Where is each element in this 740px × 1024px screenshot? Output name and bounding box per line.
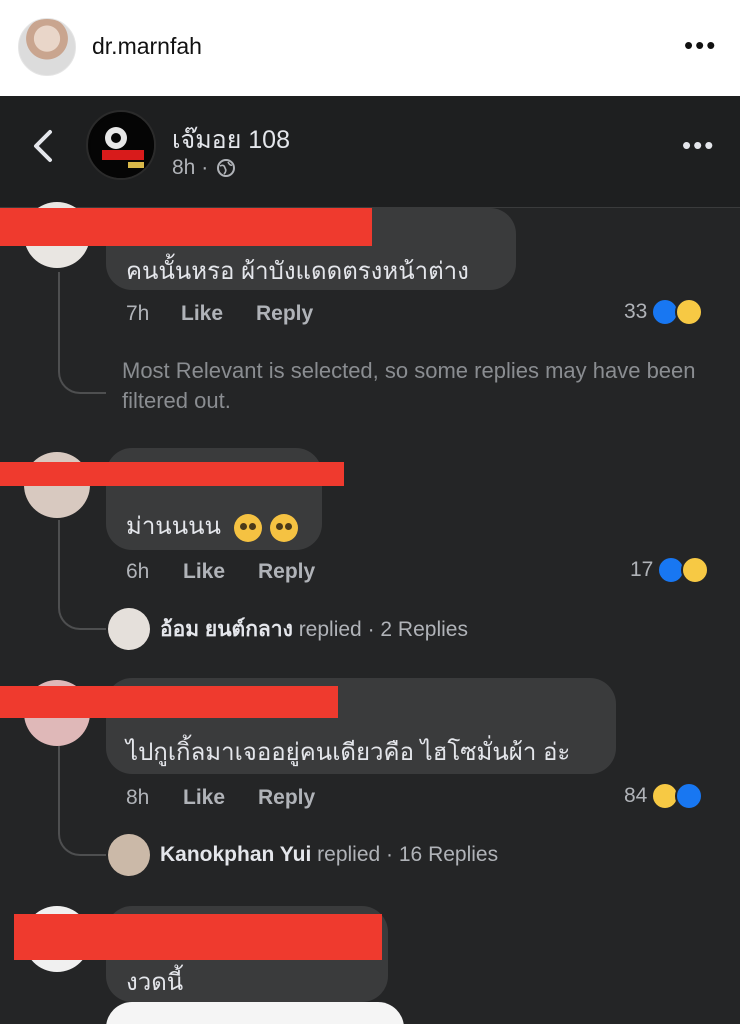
- like-button[interactable]: Like: [181, 302, 223, 326]
- reply-button[interactable]: Reply: [258, 560, 315, 584]
- reaction-summary[interactable]: 84: [624, 782, 704, 810]
- redaction-bar: [0, 686, 338, 718]
- comment-time: 8h: [126, 786, 150, 809]
- comment-time: 6h: [126, 560, 150, 583]
- comment-text: งวดนี้: [126, 969, 184, 996]
- filter-notice: Most Relevant is selected, so some repli…: [122, 358, 696, 413]
- next-comment-bubble: [106, 1002, 404, 1024]
- comment-text: ไปกูเกิ้ลมาเจออยู่คนเดียวคือ ไฮโซมั่นผ้า…: [126, 739, 571, 766]
- reaction-summary[interactable]: 17: [630, 556, 710, 584]
- comment-time: 7h: [126, 302, 150, 325]
- replied-label: replied: [317, 843, 381, 866]
- reaction-summary[interactable]: 33: [624, 298, 704, 326]
- replier-avatar: [108, 834, 150, 876]
- replier-name: อ้อม ยนต์กลาง: [160, 617, 293, 641]
- haha-reaction-icon: [681, 556, 710, 584]
- post-more-icon[interactable]: •••: [682, 130, 715, 161]
- winking-tongue-emoji-icon: [233, 513, 262, 542]
- globe-icon: [217, 159, 236, 177]
- comment-text: ม่านนนน: [126, 506, 299, 545]
- reply-count: · 16 Replies: [386, 843, 499, 866]
- reaction-count: 84: [624, 784, 648, 807]
- back-chevron-icon[interactable]: [30, 126, 56, 166]
- winking-tongue-emoji-icon: [270, 513, 299, 542]
- page-name[interactable]: เจ๊มอย 108: [172, 120, 290, 160]
- thread-line: [58, 272, 106, 394]
- replied-label: replied: [298, 617, 362, 641]
- reaction-count: 33: [624, 300, 648, 323]
- haha-reaction-icon: [675, 298, 704, 326]
- instagram-header: dr.marnfah •••: [0, 0, 740, 96]
- reaction-count: 17: [630, 558, 654, 581]
- post-meta: 8h ·: [172, 156, 236, 180]
- post-time: 8h ·: [172, 156, 209, 179]
- redaction-bar: [0, 208, 372, 246]
- reply-button[interactable]: Reply: [258, 786, 315, 810]
- reply-button[interactable]: Reply: [256, 302, 313, 326]
- like-button[interactable]: Like: [183, 786, 225, 810]
- comment-text-value: ม่านนนน: [126, 513, 221, 540]
- replier-name: Kanokphan Yui: [160, 843, 312, 866]
- replies-summary[interactable]: Kanokphan Yui replied · 16 Replies: [108, 834, 498, 876]
- facebook-comments-screenshot: เจ๊มอย 108 8h · ••• คนนั้นหรอ ผ้าบังแดดต…: [0, 96, 740, 1024]
- profile-username[interactable]: dr.marnfah: [92, 33, 202, 60]
- page-logo-icon: [90, 114, 154, 178]
- redaction-bar: [0, 462, 344, 486]
- comment-text: คนนั้นหรอ ผ้าบังแดดตรงหน้าต่าง: [126, 258, 469, 285]
- more-options-icon[interactable]: •••: [684, 30, 717, 61]
- page-avatar[interactable]: [86, 110, 156, 180]
- like-reaction-icon: [675, 782, 704, 810]
- replier-avatar: [108, 608, 150, 650]
- thread-line: [58, 520, 106, 630]
- thread-line: [58, 746, 106, 856]
- reply-count: · 2 Replies: [367, 617, 468, 641]
- profile-avatar[interactable]: [18, 18, 76, 76]
- like-button[interactable]: Like: [183, 560, 225, 584]
- redaction-bar: [14, 914, 382, 960]
- post-header: เจ๊มอย 108 8h · •••: [0, 96, 740, 208]
- replies-summary[interactable]: อ้อม ยนต์กลาง replied · 2 Replies: [108, 608, 468, 650]
